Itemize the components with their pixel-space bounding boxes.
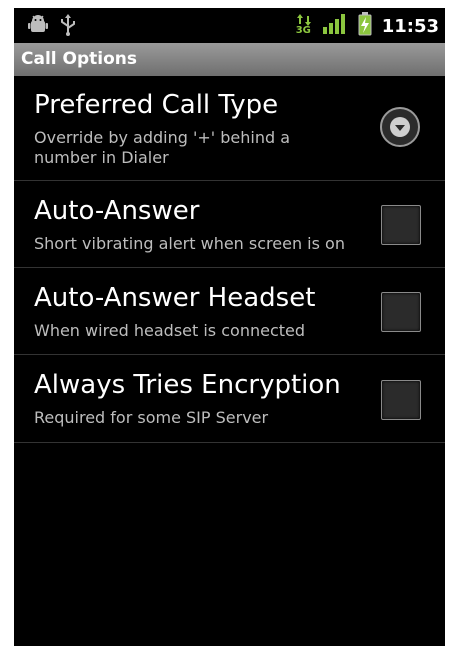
auto-answer-checkbox[interactable] [381, 205, 421, 245]
pref-title: Auto-Answer Headset [34, 283, 316, 313]
page-title: Call Options [21, 49, 137, 69]
status-bar: 3G 11:53 [14, 8, 445, 43]
always-tries-encryption-checkbox[interactable] [381, 380, 421, 420]
pref-auto-answer-headset[interactable]: Auto-Answer Headset When wired headset i… [14, 268, 445, 355]
pref-title: Always Tries Encryption [34, 370, 341, 400]
pref-title: Preferred Call Type [34, 90, 279, 120]
pref-summary: Short vibrating alert when screen is on [34, 234, 345, 253]
phone-screen: 3G 11:53 Call Options Preferred Call Typ… [14, 8, 445, 646]
pref-title: Auto-Answer [34, 196, 200, 226]
auto-answer-headset-checkbox[interactable] [381, 292, 421, 332]
status-left-icons [28, 14, 76, 40]
usb-icon [60, 14, 76, 40]
status-right-icons: 3G 11:53 [296, 12, 439, 40]
pref-summary: Required for some SIP Server [34, 408, 269, 427]
battery-charging-icon [358, 12, 372, 40]
pref-preferred-call-type[interactable]: Preferred Call Type Override by adding '… [14, 76, 445, 181]
pref-summary: Override by adding '+' behind a number i… [34, 128, 291, 167]
android-debug-icon [28, 15, 48, 39]
signal-bars-icon [322, 13, 348, 39]
status-clock: 11:53 [381, 15, 439, 37]
dropdown-arrow-icon[interactable] [380, 107, 420, 147]
pref-auto-answer[interactable]: Auto-Answer Short vibrating alert when s… [14, 181, 445, 268]
network-type-label: 3G [295, 25, 311, 36]
title-bar: Call Options [14, 43, 445, 76]
data-arrows-icon: 3G [296, 14, 312, 38]
pref-summary: When wired headset is connected [34, 321, 306, 340]
pref-always-tries-encryption[interactable]: Always Tries Encryption Required for som… [14, 355, 445, 443]
